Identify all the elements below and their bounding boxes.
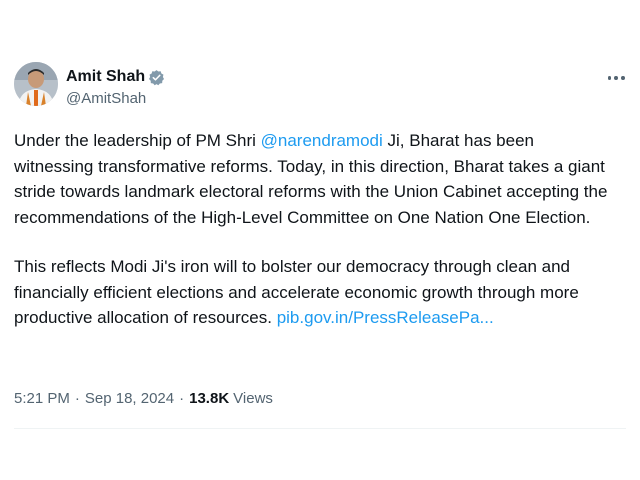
tweet-header: Amit Shah @AmitShah (14, 62, 626, 112)
more-dot (614, 76, 618, 80)
tweet-paragraph-1: Under the leadership of PM Shri @narendr… (14, 128, 614, 230)
author-name[interactable]: Amit Shah (66, 68, 145, 86)
tweet-meta: 5:21 PM · Sep 18, 2024 · 13.8K Views (14, 390, 273, 407)
more-dot (607, 76, 612, 80)
tweet-text-segment: Under the leadership of PM Shri (14, 131, 261, 150)
external-link[interactable]: pib.gov.in/PressReleasePa... (277, 308, 494, 327)
author-handle[interactable]: @AmitShah (66, 90, 146, 107)
verified-badge-icon (149, 69, 165, 85)
more-options-icon[interactable] (606, 68, 626, 88)
divider (14, 428, 626, 429)
meta-separator: · (74, 390, 80, 407)
views-count[interactable]: 13.8K (189, 390, 229, 407)
meta-separator: · (179, 390, 185, 407)
tweet-time[interactable]: 5:21 PM (14, 390, 70, 407)
tweet-card: Amit Shah @AmitShah Under the leadership… (0, 0, 640, 480)
avatar[interactable] (14, 62, 58, 106)
tweet-paragraph-2: This reflects Modi Ji's iron will to bol… (14, 254, 614, 331)
mention-link[interactable]: @narendramodi (261, 131, 383, 150)
tweet-date[interactable]: Sep 18, 2024 (85, 390, 174, 407)
tweet-text: Under the leadership of PM Shri @narendr… (14, 128, 614, 331)
author-name-row: Amit Shah (66, 66, 165, 88)
more-dot (620, 76, 625, 80)
views-label: Views (233, 390, 273, 407)
